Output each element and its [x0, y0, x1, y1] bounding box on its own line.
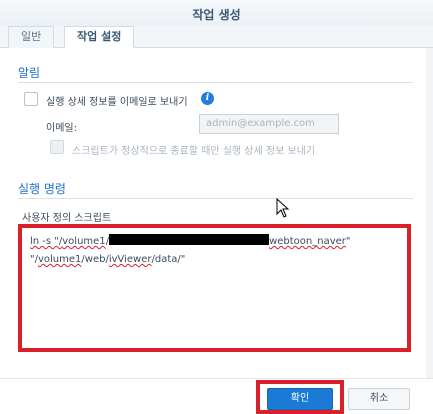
script-label: 사용자 정의 스크립트: [22, 213, 112, 224]
footer-divider: [0, 378, 433, 379]
script-cmd: ln -s "/: [30, 236, 63, 247]
script-prefix2: "/: [30, 254, 38, 265]
cancel-button[interactable]: 취소: [348, 388, 410, 410]
send-details-label: 실행 상세 정보를 이메일로 보내기: [46, 97, 188, 108]
ok-button[interactable]: 확인: [267, 388, 333, 410]
script-content[interactable]: ln -s "/volume1/webtoon_naver" "/volume1…: [30, 234, 400, 270]
mouse-cursor-icon: [276, 197, 290, 222]
script-volume: volume1: [62, 236, 106, 247]
tab-task-settings[interactable]: 작업 설정: [64, 26, 135, 48]
run-command-section-title: 실행 명령: [18, 182, 66, 196]
info-icon[interactable]: i: [201, 92, 214, 105]
script-folder: webtoon_naver: [269, 236, 346, 247]
script-volume2: volume1: [37, 254, 82, 265]
script-mid2: /web/: [81, 254, 109, 265]
script-line-2: "/volume1/web/ivViewer/data/": [30, 252, 400, 270]
email-label: 이메일:: [46, 123, 77, 134]
script-textarea[interactable]: ln -s "/volume1/webtoon_naver" "/volume1…: [18, 224, 411, 352]
abnormal-only-label: 스크립트가 정상적으로 종료할 때만 실행 상세 정보 보내기: [72, 146, 316, 157]
abnormal-only-checkbox[interactable]: [50, 140, 64, 154]
script-viewer: ivViewer: [108, 254, 152, 265]
scrollbar[interactable]: [426, 48, 433, 378]
script-line-1: ln -s "/volume1/webtoon_naver": [30, 234, 400, 252]
section-divider: [18, 82, 413, 83]
notification-section-title: 알림: [18, 66, 41, 80]
redacted-block: [109, 234, 270, 245]
tab-bar: 일반 작업 설정: [0, 26, 433, 48]
script-suffix2: /data/": [151, 254, 186, 265]
section-divider: [18, 198, 413, 199]
send-details-checkbox[interactable]: [24, 92, 38, 106]
email-field[interactable]: admin@example.com: [199, 114, 339, 134]
script-quote: ": [345, 236, 351, 247]
tab-general[interactable]: 일반: [8, 26, 55, 48]
